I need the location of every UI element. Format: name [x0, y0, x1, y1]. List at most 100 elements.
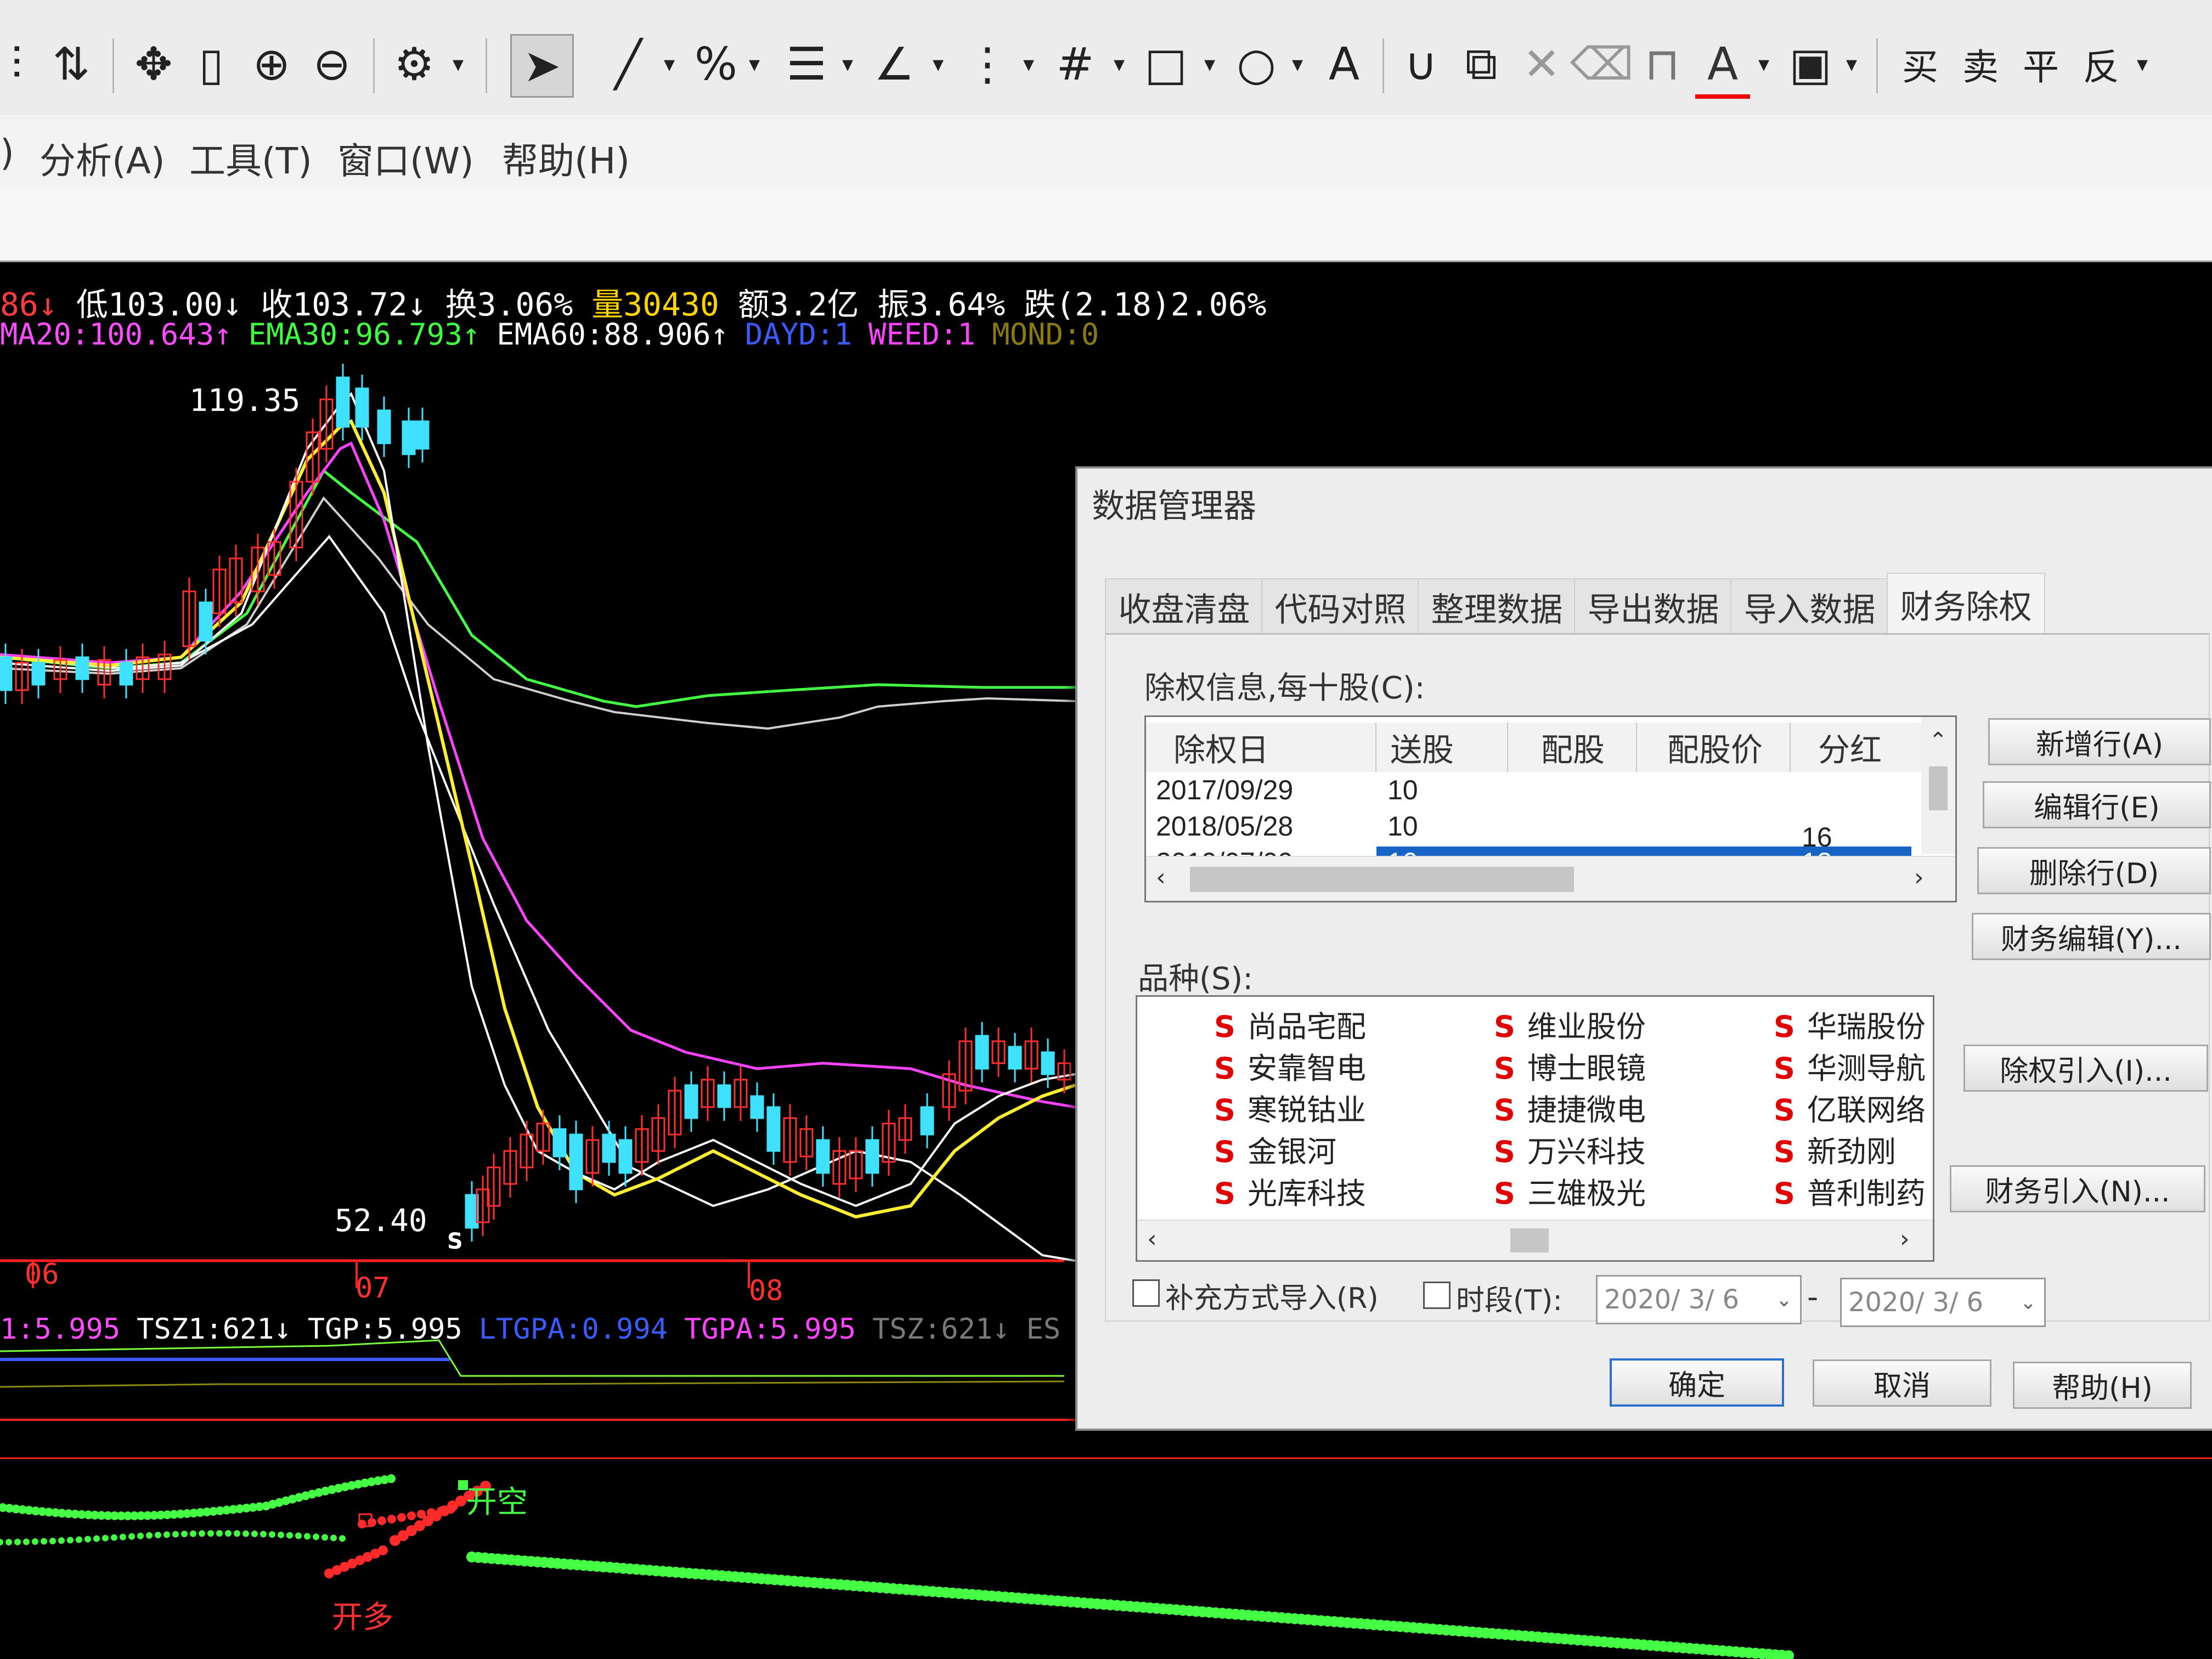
trash-icon[interactable]: ⌫ — [1570, 34, 1634, 94]
chevron-down-icon[interactable]: ▾ — [1286, 34, 1308, 94]
settings-icon[interactable]: ⚙ — [384, 34, 444, 94]
financial-edit-button[interactable]: 财务编辑(Y)... — [1972, 913, 2211, 960]
angle-tool-icon[interactable]: ∠ — [867, 34, 922, 94]
date-to-picker[interactable]: 2020/ 3/ 6 ⌄ — [1840, 1278, 2046, 1327]
chevron-down-icon[interactable]: ▾ — [1199, 34, 1221, 94]
sell-button[interactable]: 卖 — [1953, 34, 2008, 94]
stock-item[interactable]: S 寒锐钴业 — [1214, 1086, 1366, 1129]
chevron-down-icon[interactable]: ▾ — [658, 34, 680, 94]
stock-item[interactable]: S 华测导航 — [1774, 1044, 1926, 1087]
grid-tool-icon[interactable]: # — [1048, 34, 1103, 94]
cycle-switch-icon[interactable]: ⇅ — [44, 34, 99, 94]
tab-code-map[interactable]: 代码对照 — [1261, 578, 1420, 634]
stock-item[interactable]: S 维业股份 — [1494, 1002, 1646, 1046]
stock-item[interactable]: S 亿联网络 — [1774, 1086, 1926, 1129]
close-position-button[interactable]: 平 — [2013, 34, 2068, 94]
tab-close-clear[interactable]: 收盘清盘 — [1105, 578, 1263, 634]
stock-item[interactable]: S 安靠智电 — [1214, 1044, 1366, 1087]
table-header[interactable]: 配股 — [1508, 723, 1637, 772]
chevron-down-icon[interactable]: ▾ — [1841, 34, 1863, 94]
stock-item[interactable]: S 万兴科技 — [1494, 1127, 1646, 1171]
table-header[interactable]: 配股价 — [1637, 723, 1791, 772]
add-row-button[interactable]: 新增行(A) — [1988, 718, 2211, 765]
chevron-down-icon[interactable]: ▾ — [1753, 34, 1775, 94]
help-button[interactable]: 帮助(H) — [2013, 1362, 2192, 1409]
magnet-icon[interactable]: ∪ — [1393, 34, 1448, 94]
chart-style-icon[interactable]: ⫶ — [0, 34, 33, 94]
chevron-down-icon[interactable]: ▾ — [1108, 34, 1130, 94]
exright-import-button[interactable]: 除权引入(I)... — [1963, 1045, 2208, 1092]
menu-help[interactable]: 帮助(H) — [502, 132, 630, 184]
chevron-left-icon[interactable]: ‹ — [1147, 1225, 1157, 1253]
tab-import-data[interactable]: 导入数据 — [1730, 578, 1889, 634]
menu-analysis[interactable]: 分析(A) — [40, 132, 165, 184]
date-from-picker[interactable]: 2020/ 3/ 6 ⌄ — [1596, 1275, 1802, 1324]
pan-icon[interactable]: ✥ — [123, 34, 184, 94]
scrollbar-thumb[interactable] — [1190, 867, 1574, 892]
percent-tool-icon[interactable]: % — [691, 34, 741, 94]
vertical-scrollbar[interactable]: ⌃ ⌄ — [1921, 717, 1955, 890]
copy-icon[interactable]: ⧉ — [1454, 34, 1509, 94]
stock-item[interactable]: S 尚品宅配 — [1214, 1002, 1366, 1046]
table-header[interactable]: 送股 — [1376, 723, 1508, 772]
line-tool-icon[interactable]: ╱ — [603, 34, 653, 94]
financial-import-button[interactable]: 财务引入(N)... — [1950, 1165, 2205, 1212]
buy-button[interactable]: 买 — [1893, 34, 1948, 94]
table-row[interactable]: 2017/09/29 10 — [1146, 772, 1920, 808]
stock-item[interactable]: S 捷捷微电 — [1494, 1086, 1646, 1129]
chevron-up-icon[interactable]: ⌃ — [1929, 728, 1948, 753]
stock-item[interactable]: S 博士眼镜 — [1494, 1044, 1646, 1087]
stock-item[interactable]: S 光库科技 — [1214, 1169, 1366, 1212]
stock-list[interactable]: S 尚品宅配 S 维业股份 S 华瑞股份 S 安靠智电 S 博士眼镜 S 华测导航 S 寒锐钴业 S 捷捷微电… — [1136, 995, 1934, 1262]
chevron-down-icon[interactable]: ⌄ — [2020, 1291, 2036, 1314]
period-checkbox[interactable] — [1423, 1282, 1451, 1309]
chevron-down-icon[interactable]: ▾ — [2131, 34, 2153, 94]
chevron-down-icon[interactable]: ⌄ — [1776, 1289, 1792, 1311]
zoom-out-icon[interactable]: ⊖ — [304, 34, 359, 94]
table-header[interactable]: 分红 — [1791, 723, 1922, 772]
scrollbar-thumb[interactable] — [1510, 1228, 1549, 1252]
chevron-down-icon[interactable]: ▾ — [743, 34, 765, 94]
stock-item[interactable]: S 新劲刚 — [1774, 1127, 1896, 1171]
reverse-button[interactable]: 反 — [2074, 34, 2129, 94]
tab-organize-data[interactable]: 整理数据 — [1418, 578, 1576, 634]
chevron-down-icon[interactable]: ▾ — [927, 34, 949, 94]
exright-table[interactable]: 除权日 送股 配股 配股价 分红 2017/09/29 10 2018/05/2… — [1144, 715, 1957, 902]
stock-item[interactable]: S 华瑞股份 — [1774, 1002, 1926, 1046]
chevron-right-icon[interactable]: › — [1914, 864, 1924, 891]
chevron-left-icon[interactable]: ‹ — [1156, 864, 1166, 891]
column-icon[interactable]: ▯ — [189, 34, 233, 94]
chevron-down-icon[interactable]: ▾ — [1018, 34, 1040, 94]
tab-export-data[interactable]: 导出数据 — [1574, 578, 1733, 634]
text-tool-icon[interactable]: A — [1317, 34, 1372, 94]
table-row[interactable]: 2018/05/28 10 16 — [1146, 808, 1920, 853]
scrollbar-thumb[interactable] — [1929, 766, 1948, 810]
save-icon[interactable]: ▣ — [1783, 34, 1838, 94]
menu-tools[interactable]: 工具(T) — [189, 132, 312, 184]
horizontal-scrollbar[interactable]: ‹ › — [1146, 856, 1955, 901]
cancel-button[interactable]: 取消 — [1813, 1359, 1991, 1407]
menu-window[interactable]: 窗口(W) — [337, 132, 474, 184]
delete-row-button[interactable]: 删除行(D) — [1977, 847, 2211, 894]
zoom-in-icon[interactable]: ⊕ — [244, 34, 299, 94]
rectangle-tool-icon[interactable]: □ — [1138, 34, 1193, 94]
stock-item[interactable]: S 三雄极光 — [1494, 1169, 1646, 1212]
stock-item[interactable]: S 金银河 — [1214, 1127, 1336, 1171]
stock-item[interactable]: S 普利制药 — [1774, 1169, 1926, 1212]
ellipse-tool-icon[interactable]: ○ — [1229, 34, 1284, 94]
chevron-right-icon[interactable]: › — [1900, 1225, 1910, 1253]
edit-row-button[interactable]: 编辑行(E) — [1983, 781, 2211, 828]
ok-button[interactable]: 确定 — [1610, 1358, 1784, 1407]
supplement-import-checkbox[interactable] — [1132, 1279, 1160, 1307]
tab-financial-exright[interactable]: 财务除权 — [1887, 573, 2045, 634]
lock-icon[interactable]: ⊓ — [1635, 34, 1690, 94]
chevron-down-icon[interactable]: ▾ — [447, 34, 469, 94]
horizontal-scrollbar[interactable]: ‹ › — [1137, 1220, 1933, 1260]
text-color-icon[interactable]: A — [1695, 34, 1750, 99]
pointer-icon[interactable]: ➤ — [510, 34, 574, 98]
table-header[interactable]: 除权日 — [1146, 723, 1376, 772]
parallel-tool-icon[interactable]: ⋮ — [960, 34, 1015, 94]
chevron-down-icon[interactable]: ▾ — [837, 34, 859, 94]
fibonacci-tool-icon[interactable]: ☰ — [779, 34, 834, 94]
delete-icon[interactable]: ✕ — [1514, 34, 1569, 94]
